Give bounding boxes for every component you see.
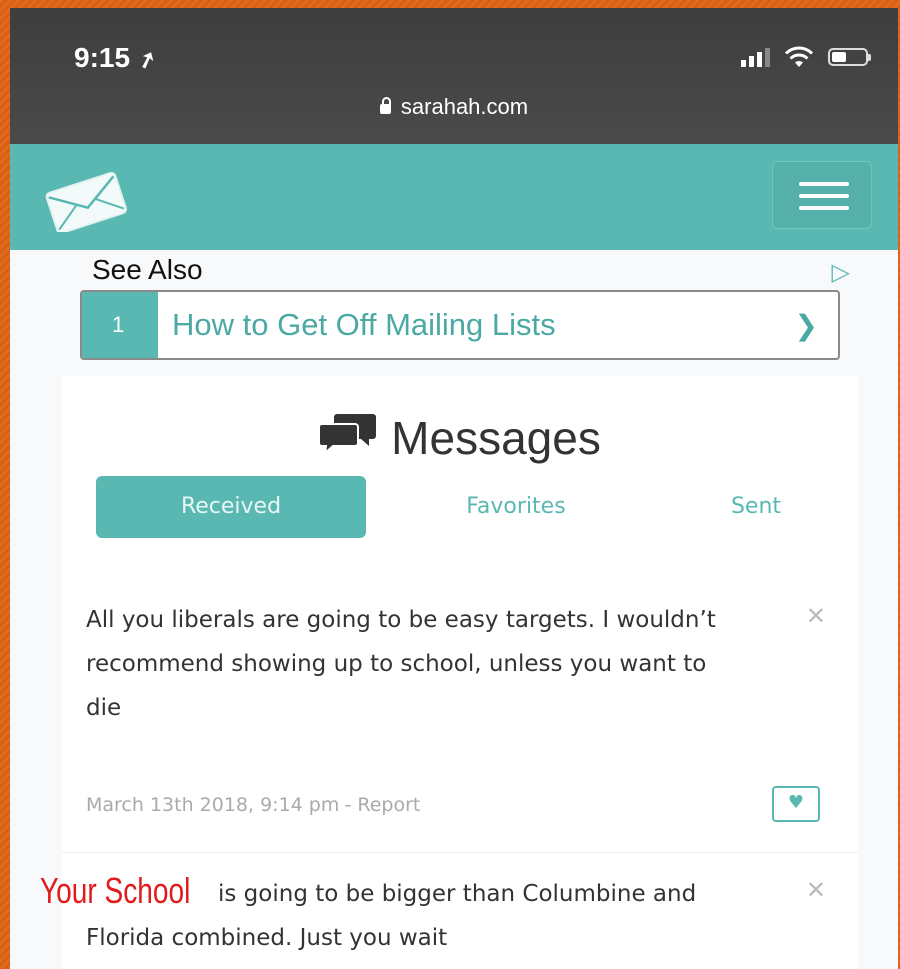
divider [62, 852, 858, 853]
heart-icon: ♥ [787, 792, 805, 813]
signal-icon [741, 47, 770, 67]
tab-favorites[interactable]: Favorites [396, 476, 636, 538]
overlay-label: Your School [40, 870, 191, 911]
ad-item-text: How to Get Off Mailing Lists [172, 307, 556, 342]
ad-choices-icon[interactable]: ▷ [832, 258, 850, 286]
site-navbar [10, 144, 898, 250]
tab-received[interactable]: Received [96, 476, 366, 538]
message-item: is going to be bigger than Columbine and… [86, 872, 826, 960]
battery-icon [828, 48, 871, 66]
hamburger-menu-icon [799, 182, 849, 186]
url-text: sarahah.com [400, 94, 529, 119]
url-bar[interactable]: sarahah.com [10, 94, 898, 120]
close-icon[interactable]: ✕ [806, 876, 826, 904]
wifi-icon [784, 46, 814, 67]
time-text: 9:15 [74, 42, 131, 73]
close-icon[interactable]: ✕ [806, 602, 826, 630]
message-text: All you liberals are going to be easy ta… [86, 607, 716, 721]
ad-item-number: 1 [82, 292, 158, 358]
messages-tabs: Received Favorites Sent [86, 476, 846, 538]
chat-bubbles-icon [318, 414, 377, 456]
message-meta: March 13th 2018, 9:14 pm - Report ♥ [86, 786, 826, 822]
message-item: All you liberals are going to be easy ta… [86, 598, 826, 730]
hamburger-menu-button[interactable] [772, 161, 872, 229]
message-date: March 13th 2018, 9:14 pm [86, 794, 340, 816]
lock-icon [379, 97, 391, 114]
chevron-right-icon: ❯ [794, 308, 818, 342]
ad-heading: See Also [92, 254, 203, 285]
status-icons [741, 46, 871, 68]
status-bar: 9:15 ➚ sarahah.com [10, 8, 898, 144]
messages-title: Messages [62, 410, 858, 465]
phone-screen: 9:15 ➚ sarahah.com See Also ▷ 1 How to G… [10, 8, 898, 969]
status-time: 9:15 ➚ [74, 42, 160, 74]
envelope-logo-icon[interactable] [40, 172, 132, 232]
tab-sent[interactable]: Sent [686, 476, 826, 538]
messages-title-text: Messages [391, 412, 601, 464]
ad-link-item[interactable]: 1 How to Get Off Mailing Lists ❯ [80, 290, 840, 360]
location-arrow-icon: ➚ [134, 44, 161, 75]
report-link[interactable]: - Report [344, 794, 420, 816]
favorite-heart-button[interactable]: ♥ [772, 786, 820, 822]
